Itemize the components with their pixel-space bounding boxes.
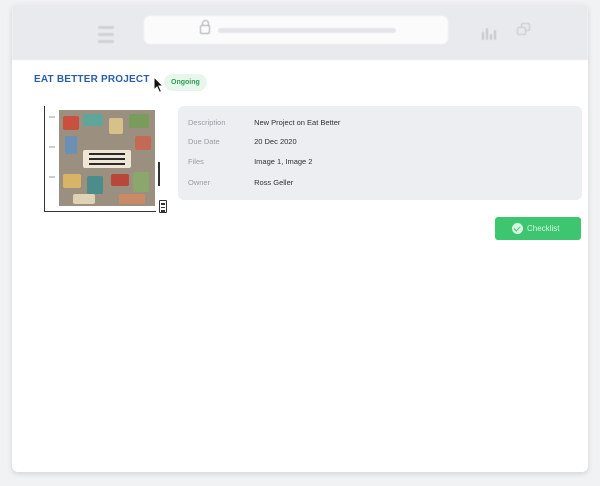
checklist-button[interactable]: Checklist <box>495 217 581 240</box>
film-icon[interactable] <box>159 200 167 213</box>
browser-window: EAT BETTER PROJECT Ongoing Description N… <box>12 4 588 472</box>
check-circle-icon <box>512 223 523 234</box>
detail-value[interactable]: Image 1, Image 2 <box>254 157 312 166</box>
detail-value: Ross Geller <box>254 178 294 187</box>
checklist-label: Checklist <box>527 224 560 233</box>
preview-image <box>59 110 155 206</box>
file-preview[interactable] <box>44 106 156 212</box>
axis-tick <box>49 176 55 178</box>
details-card: Description New Project on Eat Better Du… <box>178 106 582 200</box>
detail-label: Files <box>188 157 204 166</box>
address-bar[interactable] <box>144 16 448 44</box>
detail-row-description: Description New Project on Eat Better <box>188 118 340 127</box>
detail-label: Description <box>188 118 226 127</box>
url-placeholder <box>218 28 396 33</box>
menu-icon[interactable] <box>98 26 114 47</box>
preview-caption <box>83 150 131 168</box>
status-badge: Ongoing <box>164 74 207 91</box>
chart-icon[interactable] <box>482 22 498 40</box>
detail-row-due-date: Due Date 20 Dec 2020 <box>188 137 297 146</box>
project-title: EAT BETTER PROJECT <box>34 74 150 85</box>
browser-toolbar <box>12 4 588 60</box>
detail-row-owner: Owner Ross Geller <box>188 178 293 187</box>
detail-label: Due Date <box>188 137 220 146</box>
axis-tick <box>49 116 55 118</box>
detail-label: Owner <box>188 178 211 187</box>
copy-icon[interactable] <box>516 22 532 38</box>
axis-tick <box>49 146 55 148</box>
detail-value: New Project on Eat Better <box>254 118 341 127</box>
cursor-icon <box>153 76 165 94</box>
lock-icon <box>200 20 210 34</box>
preview-scrollbar[interactable] <box>158 162 160 186</box>
detail-row-files: Files Image 1, Image 2 <box>188 157 312 166</box>
detail-value: 20 Dec 2020 <box>254 137 297 146</box>
